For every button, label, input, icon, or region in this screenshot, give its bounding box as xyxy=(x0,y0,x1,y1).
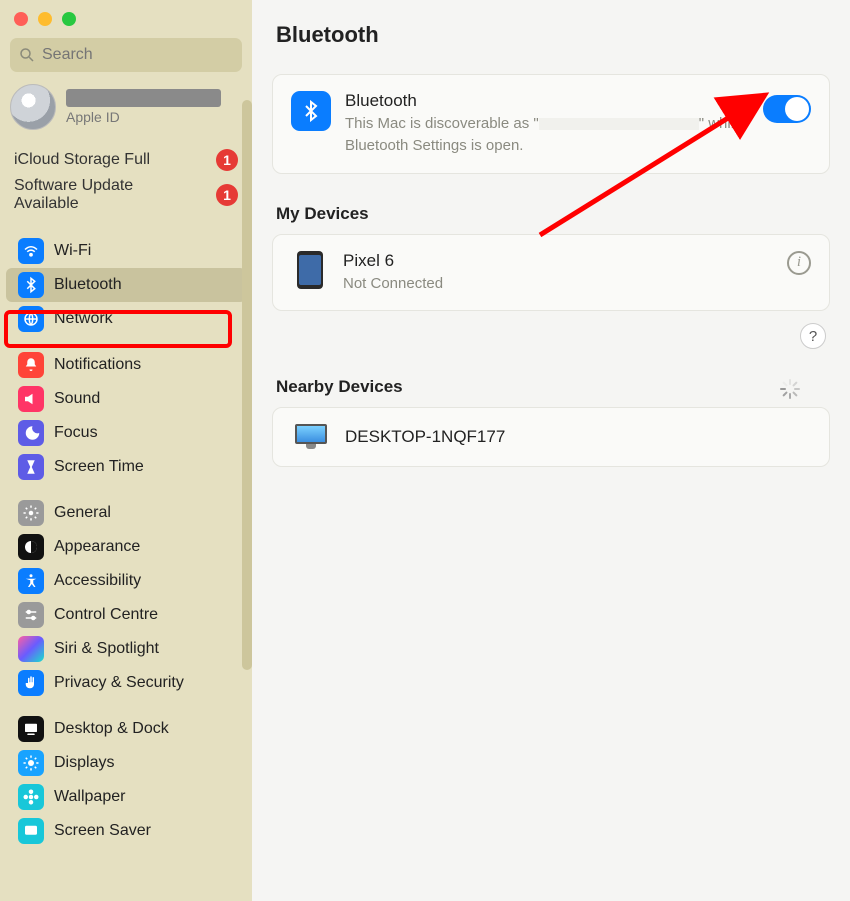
device-name-redacted xyxy=(539,118,699,130)
sidebar-item-accessibility[interactable]: Accessibility xyxy=(6,564,246,598)
sidebar-item-controlcentre[interactable]: Control Centre xyxy=(6,598,246,632)
settings-sidebar: Apple ID iCloud Storage Full 1 Software … xyxy=(0,0,252,901)
alert-software-update[interactable]: Software Update Available 1 xyxy=(6,174,246,216)
my-devices-heading: My Devices xyxy=(276,204,830,224)
search-input[interactable] xyxy=(40,45,234,65)
main-pane: Bluetooth Bluetooth This Mac is discover… xyxy=(252,0,850,901)
close-icon[interactable] xyxy=(14,12,28,26)
sidebar-item-screensaver[interactable]: Screen Saver xyxy=(6,814,246,848)
alert-label: Software Update Available xyxy=(14,177,164,213)
sidebar-item-label: Notifications xyxy=(54,356,141,374)
bell-icon xyxy=(18,352,44,378)
bluetooth-icon xyxy=(18,272,44,298)
bluetooth-toggle[interactable] xyxy=(763,95,811,123)
sun-icon xyxy=(18,750,44,776)
sidebar-item-label: Appearance xyxy=(54,538,140,556)
alert-badge: 1 xyxy=(216,184,238,206)
siri-icon xyxy=(18,636,44,662)
apple-id-label: Apple ID xyxy=(66,109,120,125)
sidebar-item-label: Desktop & Dock xyxy=(54,720,169,738)
sidebar-item-network[interactable]: Network xyxy=(6,302,246,336)
minimize-icon[interactable] xyxy=(38,12,52,26)
sidebar-item-label: Network xyxy=(54,310,113,328)
desktop-computer-icon xyxy=(295,424,327,450)
nearby-device-name: DESKTOP-1NQF177 xyxy=(345,427,505,447)
user-name-redacted xyxy=(66,89,221,107)
sidebar-scrollbar[interactable] xyxy=(242,100,252,670)
sidebar-item-label: Control Centre xyxy=(54,606,158,624)
sidebar-item-label: Bluetooth xyxy=(54,276,122,294)
hand-icon xyxy=(18,670,44,696)
sidebar-item-screentime[interactable]: Screen Time xyxy=(6,450,246,484)
accessibility-icon xyxy=(18,568,44,594)
network-icon xyxy=(18,306,44,332)
wifi-icon xyxy=(18,238,44,264)
sidebar-item-label: General xyxy=(54,504,111,522)
device-name: Pixel 6 xyxy=(343,251,773,271)
sidebar-item-label: Privacy & Security xyxy=(54,674,184,692)
nearby-device-row[interactable]: DESKTOP-1NQF177 xyxy=(272,407,830,467)
sidebar-item-bluetooth[interactable]: Bluetooth xyxy=(6,268,246,302)
bluetooth-description: This Mac is discoverable as "" while Blu… xyxy=(345,113,749,157)
sidebar-item-label: Screen Time xyxy=(54,458,144,476)
sidebar-item-label: Wi-Fi xyxy=(54,242,91,260)
window-controls xyxy=(0,0,252,32)
page-title: Bluetooth xyxy=(276,22,830,48)
device-status: Not Connected xyxy=(343,273,773,295)
nearby-devices-heading: Nearby Devices xyxy=(276,377,403,397)
sidebar-nav: Wi-Fi Bluetooth Network Notifications So… xyxy=(0,234,252,870)
sidebar-item-label: Screen Saver xyxy=(54,822,151,840)
sidebar-item-general[interactable]: General xyxy=(6,496,246,530)
alert-icloud-storage[interactable]: iCloud Storage Full 1 xyxy=(6,146,246,174)
hourglass-icon xyxy=(18,454,44,480)
bluetooth-heading: Bluetooth xyxy=(345,91,749,111)
moon-icon xyxy=(18,420,44,446)
bluetooth-icon xyxy=(291,91,331,131)
alert-badge: 1 xyxy=(216,149,238,171)
sidebar-item-wifi[interactable]: Wi-Fi xyxy=(6,234,246,268)
appearance-icon xyxy=(18,534,44,560)
sound-icon xyxy=(18,386,44,412)
sidebar-item-label: Sound xyxy=(54,390,100,408)
sidebar-item-label: Wallpaper xyxy=(54,788,125,806)
flower-icon xyxy=(18,784,44,810)
sidebar-item-label: Focus xyxy=(54,424,98,442)
sidebar-item-focus[interactable]: Focus xyxy=(6,416,246,450)
apple-id-row[interactable]: Apple ID xyxy=(10,84,242,130)
gear-icon xyxy=(18,500,44,526)
sidebar-item-appearance[interactable]: Appearance xyxy=(6,530,246,564)
sidebar-item-sound[interactable]: Sound xyxy=(6,382,246,416)
sidebar-item-label: Siri & Spotlight xyxy=(54,640,159,658)
search-field[interactable] xyxy=(10,38,242,72)
sidebar-alerts: iCloud Storage Full 1 Software Update Av… xyxy=(6,146,246,216)
sidebar-item-displays[interactable]: Displays xyxy=(6,746,246,780)
my-device-row[interactable]: Pixel 6 Not Connected i xyxy=(272,234,830,312)
zoom-icon[interactable] xyxy=(62,12,76,26)
phone-icon xyxy=(297,251,323,289)
sidebar-item-label: Accessibility xyxy=(54,572,141,590)
dock-icon xyxy=(18,716,44,742)
sliders-icon xyxy=(18,602,44,628)
screensaver-icon xyxy=(18,818,44,844)
sidebar-item-label: Displays xyxy=(54,754,114,772)
sidebar-item-desktop[interactable]: Desktop & Dock xyxy=(6,712,246,746)
sidebar-item-siri[interactable]: Siri & Spotlight xyxy=(6,632,246,666)
device-info-button[interactable]: i xyxy=(787,251,811,275)
sidebar-item-privacy[interactable]: Privacy & Security xyxy=(6,666,246,700)
avatar xyxy=(10,84,56,130)
search-icon xyxy=(18,46,36,64)
bluetooth-status-card: Bluetooth This Mac is discoverable as ""… xyxy=(272,74,830,174)
sidebar-item-wallpaper[interactable]: Wallpaper xyxy=(6,780,246,814)
alert-label: iCloud Storage Full xyxy=(14,151,150,169)
help-button[interactable]: ? xyxy=(800,323,826,349)
sidebar-item-notifications[interactable]: Notifications xyxy=(6,348,246,382)
loading-spinner-icon xyxy=(780,379,800,399)
